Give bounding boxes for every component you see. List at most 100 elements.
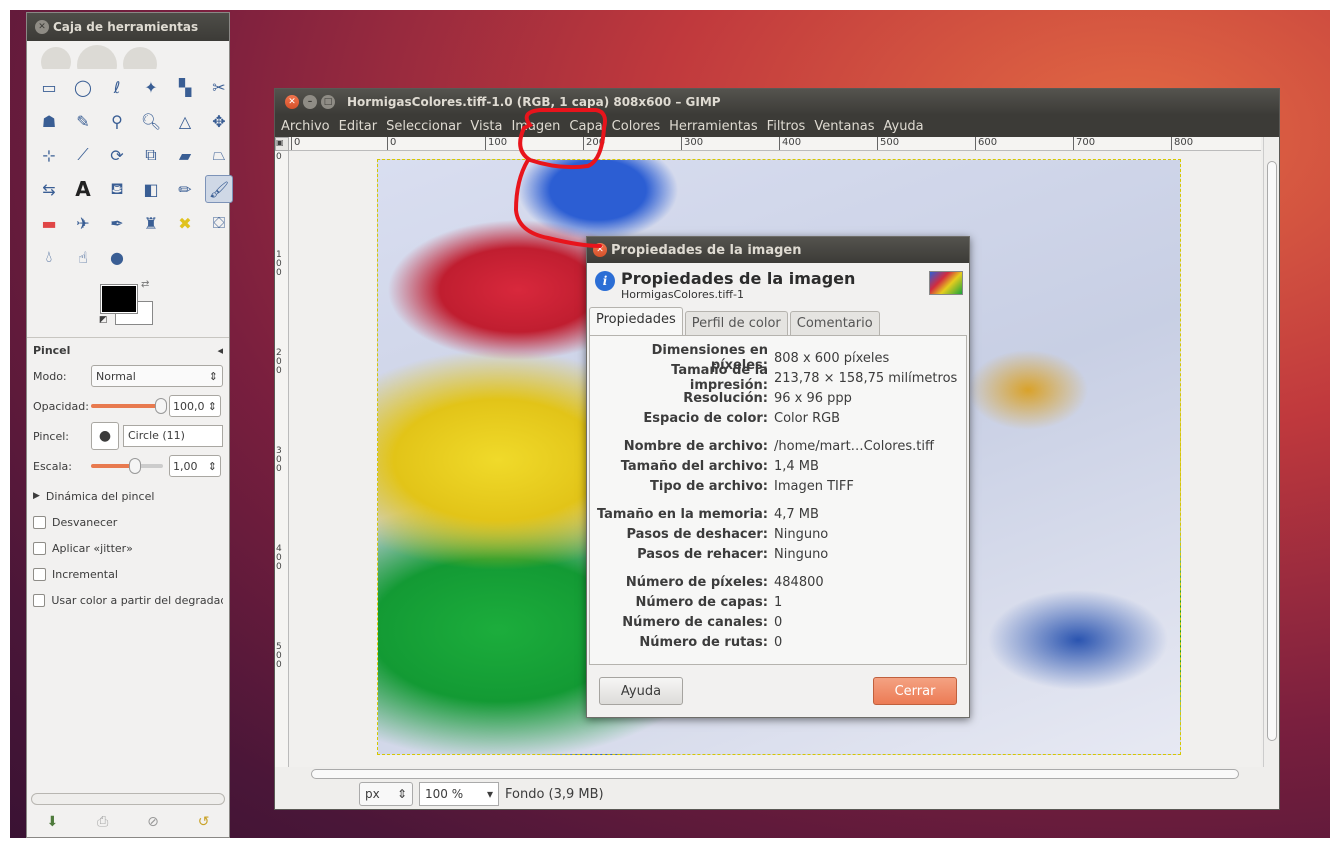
close-icon[interactable]: ✕ — [593, 243, 607, 257]
spinner-icon[interactable]: ⇕ — [208, 460, 217, 473]
foreground-select-icon[interactable]: ☗ — [35, 107, 63, 135]
menu-ventanas[interactable]: Ventanas — [814, 119, 874, 134]
smudge-icon[interactable]: ☝ — [69, 243, 97, 271]
vertical-ruler[interactable]: 0 100 200 300 400 500 — [275, 151, 289, 767]
prop-row: Número de rutas: 0 — [590, 632, 966, 652]
menu-herramientas[interactable]: Herramientas — [669, 119, 758, 134]
opacity-value: 100,0 — [173, 399, 205, 413]
magnify-icon[interactable]: 🔍︎ — [137, 107, 165, 135]
menu-capa[interactable]: Capa — [569, 119, 602, 134]
perspective-clone-icon[interactable]: ⛋ — [205, 209, 233, 237]
menu-vista[interactable]: Vista — [470, 119, 502, 134]
scale-spin[interactable]: 1,00 ⇕ — [169, 455, 221, 477]
menu-seleccionar[interactable]: Seleccionar — [386, 119, 461, 134]
ink-icon[interactable]: ✒ — [103, 209, 131, 237]
paths-icon[interactable]: ✎ — [69, 107, 97, 135]
menu-filtros[interactable]: Filtros — [767, 119, 806, 134]
align-icon[interactable]: ⊹ — [35, 141, 63, 169]
scissors-icon[interactable]: ✂ — [205, 73, 233, 101]
tab-menu-icon[interactable]: ◂ — [217, 344, 223, 357]
airbrush-icon[interactable]: ✈ — [69, 209, 97, 237]
menu-colores[interactable]: Colores — [612, 119, 660, 134]
minimize-icon[interactable]: – — [303, 95, 317, 109]
color-picker-icon[interactable]: ⚲ — [103, 107, 131, 135]
check-gradient-color[interactable]: Usar color a partir del degradado — [33, 587, 223, 613]
measure-icon[interactable]: △ — [171, 107, 199, 135]
maximize-icon[interactable]: □ — [321, 95, 335, 109]
check-incremental[interactable]: Incremental — [33, 561, 223, 587]
zoom-select[interactable]: 100 % ▾ — [419, 782, 499, 806]
checkbox[interactable] — [33, 541, 46, 555]
brush-preview[interactable]: ● — [91, 422, 119, 450]
unit-select[interactable]: px ⇕ — [359, 782, 413, 806]
menu-imagen[interactable]: Imagen — [511, 119, 560, 134]
dynamics-label: Dinámica del pincel — [45, 489, 155, 503]
close-icon[interactable]: ✕ — [285, 95, 299, 109]
rotate-icon[interactable]: ⟳ — [103, 141, 131, 169]
checkbox[interactable] — [33, 593, 46, 607]
blend-icon[interactable]: ◧ — [137, 175, 165, 203]
close-icon[interactable]: ✕ — [35, 20, 49, 34]
menu-ayuda[interactable]: Ayuda — [883, 119, 923, 134]
horizontal-ruler[interactable]: 0 0 100 200 300 400 500 600 700 800 — [289, 137, 1261, 151]
options-hscrollbar[interactable] — [31, 793, 225, 805]
eraser-icon[interactable]: ▬ — [35, 209, 63, 237]
color-select-icon[interactable]: ▚ — [171, 73, 199, 101]
fuzzy-select-icon[interactable]: ✦ — [137, 73, 165, 101]
prop-key: Pasos de deshacer: — [626, 526, 768, 542]
dynamics-expander[interactable]: ▶ Dinámica del pincel — [33, 483, 223, 509]
spinner-icon[interactable]: ⇕ — [208, 400, 217, 413]
shear-icon[interactable]: ▰ — [171, 141, 199, 169]
crop-icon[interactable]: ⟋ — [69, 141, 97, 169]
tab-propiedades[interactable]: Propiedades — [589, 307, 683, 335]
restore-options-icon[interactable]: ⎙ — [97, 814, 108, 830]
toolbox-window: ✕ Caja de herramientas ▭ ◯ ℓ ✦ ▚ ✂ ☗ ✎ ⚲… — [26, 12, 233, 838]
close-button[interactable]: Cerrar — [873, 677, 957, 705]
image-properties-dialog: ✕ Propiedades de la imagen i Propiedades… — [586, 236, 970, 718]
free-select-icon[interactable]: ℓ — [103, 73, 131, 101]
dodge-burn-icon[interactable]: ● — [103, 243, 131, 271]
text-icon[interactable]: A — [69, 175, 97, 203]
save-options-icon[interactable]: ⬇ — [46, 814, 58, 830]
menu-editar[interactable]: Editar — [339, 119, 378, 134]
swap-colors-icon[interactable]: ⇄ — [141, 279, 149, 290]
vertical-scrollbar[interactable] — [1263, 137, 1279, 767]
paintbrush-icon[interactable]: 🖌︎ — [205, 175, 233, 203]
tab-comentario[interactable]: Comentario — [789, 311, 880, 335]
heal-icon[interactable]: ✖ — [171, 209, 199, 237]
ruler-tick: 300 — [276, 446, 282, 474]
clone-icon[interactable]: ♜ — [137, 209, 165, 237]
reset-options-icon[interactable]: ↺ — [198, 814, 210, 830]
opacity-spin[interactable]: 100,0 ⇕ — [169, 395, 221, 417]
check-jitter[interactable]: Aplicar «jitter» — [33, 535, 223, 561]
mode-select[interactable]: Normal ⇕ — [91, 365, 223, 387]
move-icon[interactable]: ✥ — [205, 107, 233, 135]
opacity-slider[interactable] — [91, 398, 167, 414]
checkbox[interactable] — [33, 515, 46, 529]
rect-select-icon[interactable]: ▭ — [35, 73, 63, 101]
pencil-icon[interactable]: ✏ — [171, 175, 199, 203]
menu-archivo[interactable]: Archivo — [281, 119, 330, 134]
perspective-icon[interactable]: ⏢ — [205, 141, 233, 169]
ruler-tick: 100 — [276, 250, 282, 278]
foreground-color-swatch[interactable] — [100, 284, 138, 314]
prop-row: Nombre de archivo: /home/mart…Colores.tif… — [590, 436, 966, 456]
ellipse-select-icon[interactable]: ◯ — [69, 73, 97, 101]
brush-name-field[interactable]: Circle (11) — [123, 425, 223, 447]
bucket-fill-icon[interactable]: ⛾ — [103, 175, 131, 203]
scale-icon[interactable]: ⧉ — [137, 141, 165, 169]
blur-icon[interactable]: 💧︎ — [35, 243, 63, 271]
tab-perfil-color[interactable]: Perfil de color — [684, 311, 788, 335]
quick-mask-icon[interactable]: ▣ — [275, 137, 289, 151]
prop-value: 0 — [774, 614, 783, 630]
check-fade[interactable]: Desvanecer — [33, 509, 223, 535]
reset-colors-icon[interactable]: ◩ — [99, 315, 108, 325]
flip-icon[interactable]: ⇆ — [35, 175, 63, 203]
help-button[interactable]: Ayuda — [599, 677, 683, 705]
prop-key: Tamaño de la impresión: — [671, 363, 768, 393]
delete-options-icon[interactable]: ⊘ — [147, 814, 159, 830]
scale-slider[interactable] — [91, 458, 163, 474]
ruler-tick: 0 — [387, 137, 396, 150]
checkbox[interactable] — [33, 567, 46, 581]
prop-key: Tamaño en la memoria: — [596, 506, 768, 522]
